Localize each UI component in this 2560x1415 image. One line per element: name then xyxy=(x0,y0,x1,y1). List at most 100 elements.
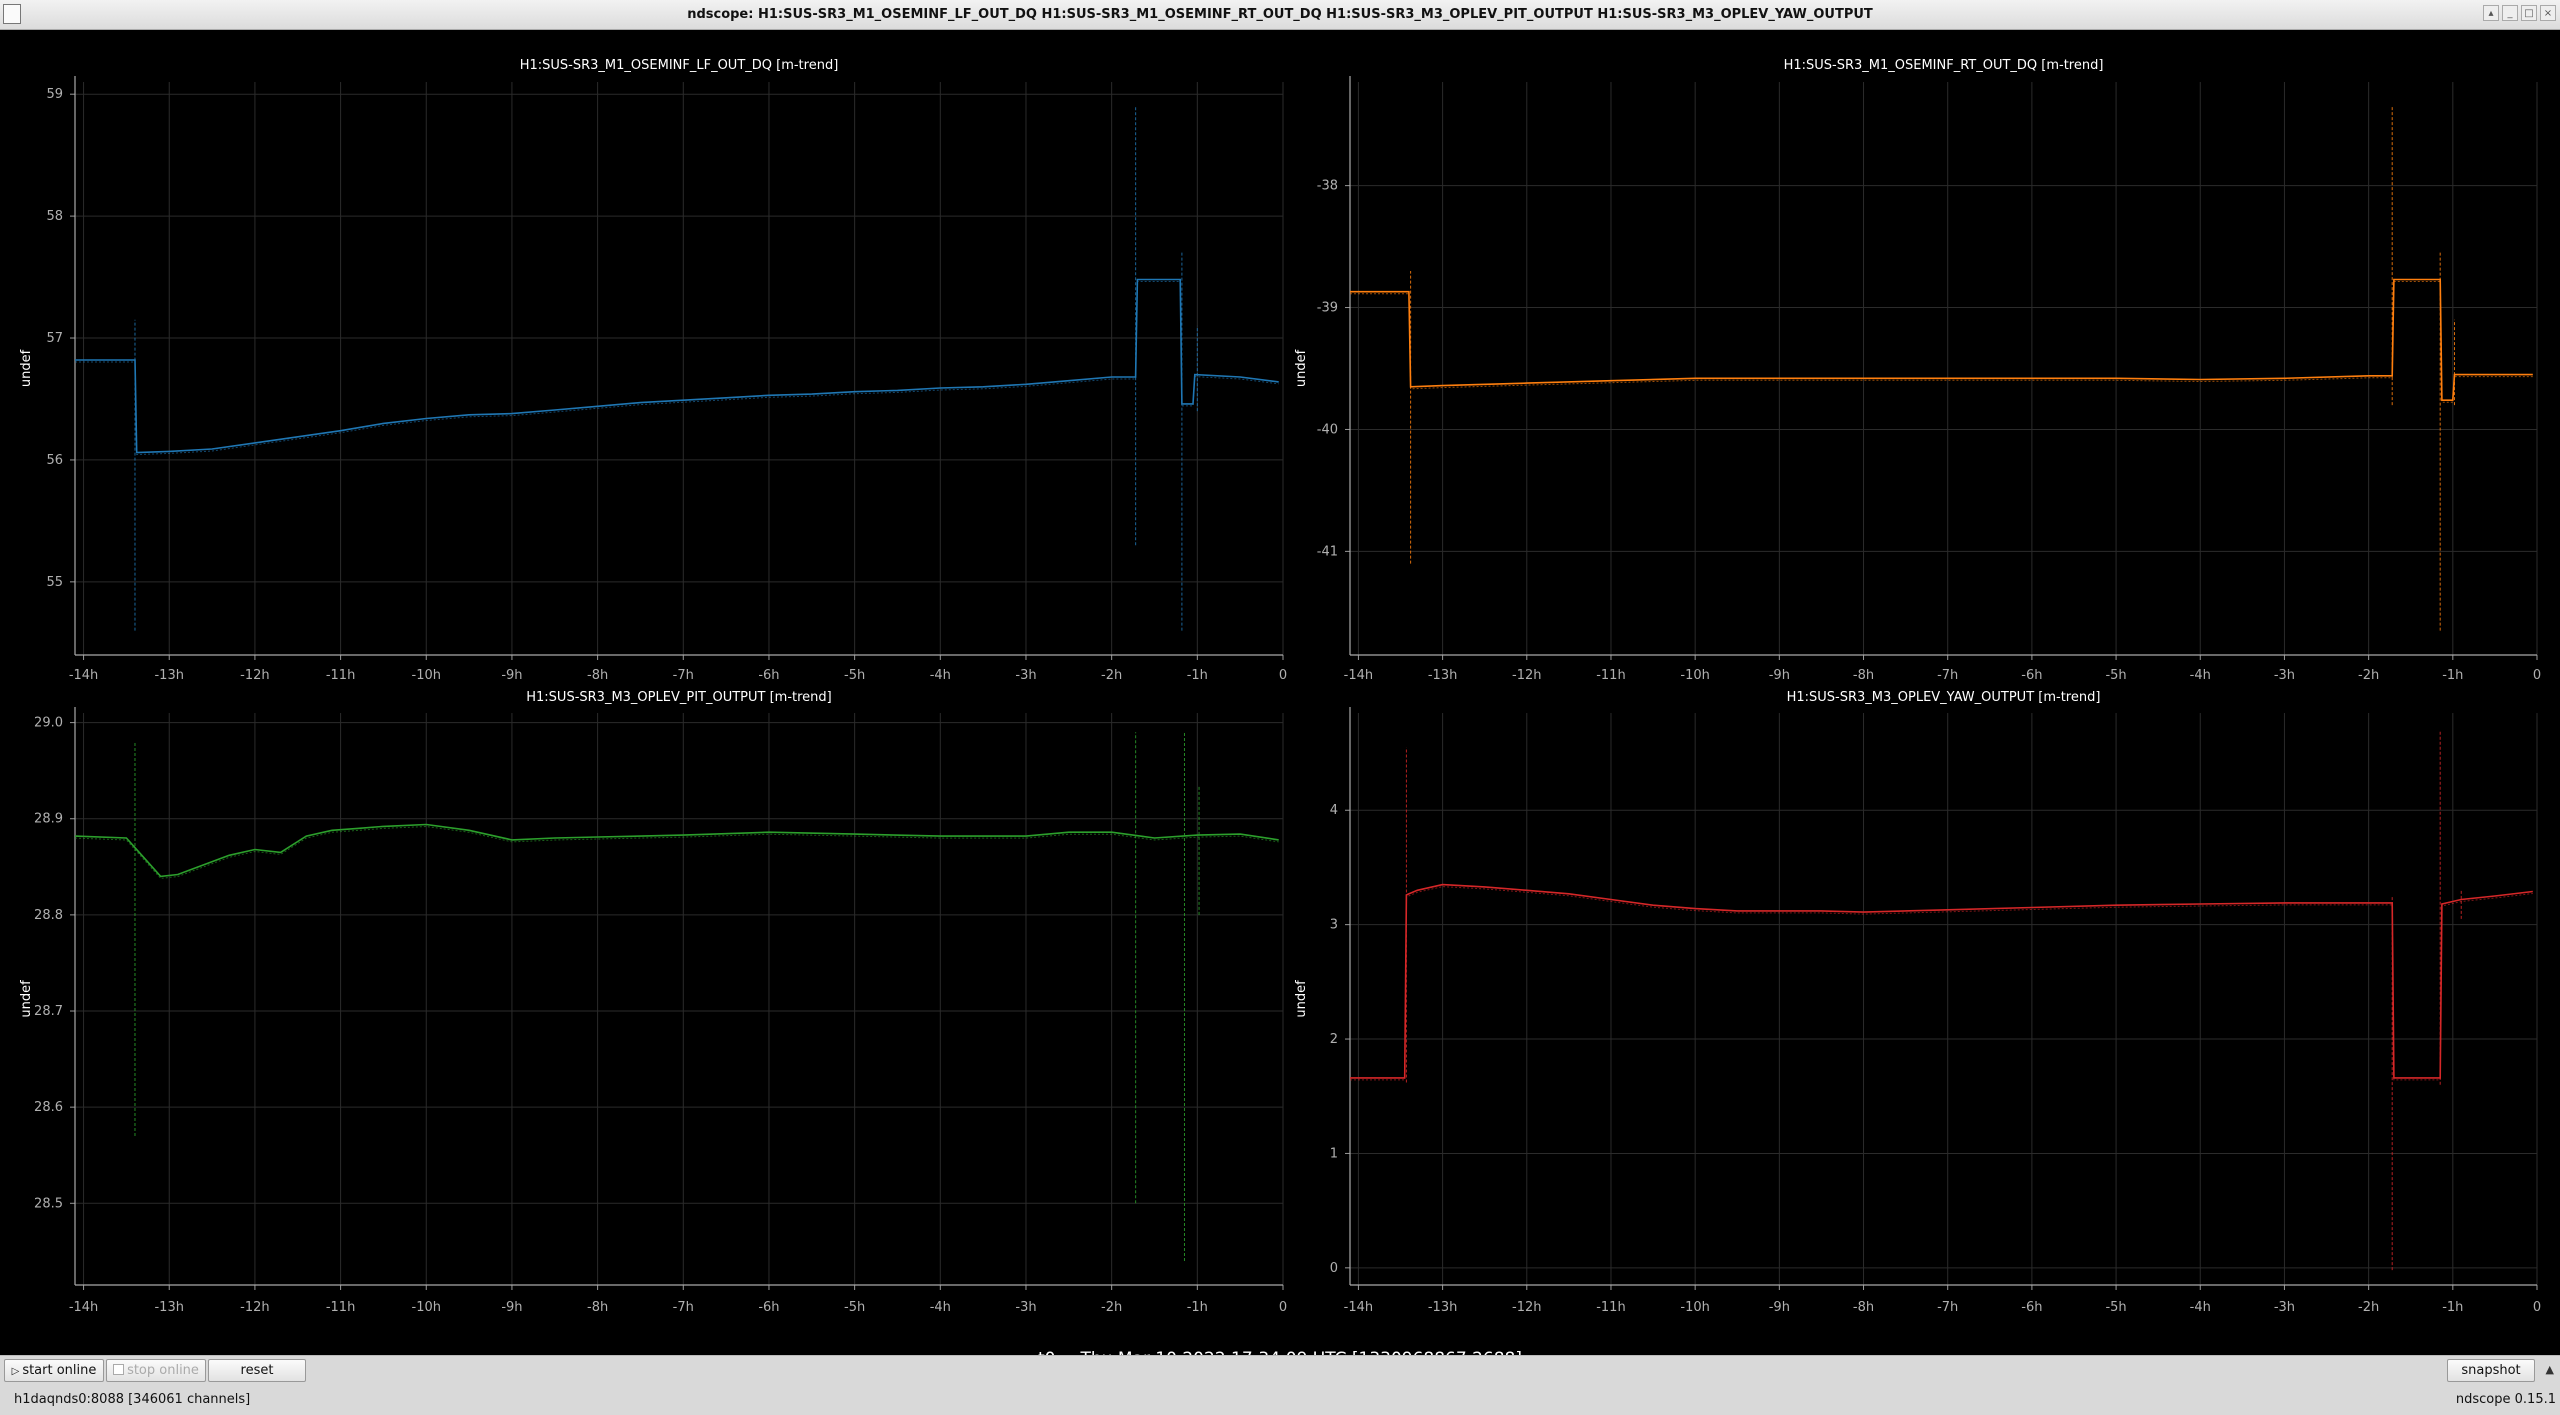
plot-panel-1[interactable]: H1:SUS-SR3_M1_OSEMINF_LF_OUT_DQ [m-trend… xyxy=(19,58,1287,683)
snapshot-button[interactable]: snapshot xyxy=(2447,1359,2535,1382)
x-tick-label: -13h xyxy=(154,1300,183,1315)
x-tick-label: -4h xyxy=(2190,668,2211,683)
plot-panel-4[interactable]: H1:SUS-SR3_M3_OPLEV_YAW_OUTPUT [m-trend]… xyxy=(1294,690,2541,1315)
x-tick-label: -2h xyxy=(2358,668,2379,683)
y-tick-label: 29.0 xyxy=(34,716,63,731)
y-tick-label: 28.8 xyxy=(34,908,63,923)
x-tick-label: 0 xyxy=(2533,1300,2541,1315)
x-tick-label: -8h xyxy=(587,668,608,683)
y-tick-label: 28.5 xyxy=(34,1196,63,1211)
x-tick-label: -14h xyxy=(69,1300,98,1315)
y-tick-label: 3 xyxy=(1330,918,1338,933)
x-tick-label: -6h xyxy=(2021,1300,2042,1315)
trend-envelope-line xyxy=(1350,281,2533,403)
x-tick-label: -7h xyxy=(1937,668,1958,683)
x-tick-label: -10h xyxy=(412,1300,441,1315)
trend-series-line[interactable] xyxy=(1350,278,2533,402)
y-tick-label: 4 xyxy=(1330,803,1338,818)
x-tick-label: -8h xyxy=(1853,1300,1874,1315)
x-tick-label: -5h xyxy=(844,1300,865,1315)
y-tick-label: -40 xyxy=(1317,422,1338,437)
x-tick-label: -14h xyxy=(1344,668,1373,683)
maximize-icon[interactable]: □ xyxy=(2521,5,2537,21)
plot-title: H1:SUS-SR3_M3_OPLEV_YAW_OUTPUT [m-trend] xyxy=(1787,690,2101,705)
x-tick-label: -11h xyxy=(326,668,355,683)
trend-envelope-line xyxy=(75,281,1279,456)
x-tick-label: -6h xyxy=(2021,668,2042,683)
x-tick-label: -3h xyxy=(2274,668,2295,683)
x-tick-label: -3h xyxy=(2274,1300,2295,1315)
y-tick-label: 55 xyxy=(46,575,63,590)
x-tick-label: -8h xyxy=(1853,668,1874,683)
x-tick-label: -11h xyxy=(326,1300,355,1315)
x-tick-label: -1h xyxy=(2442,1300,2463,1315)
snapshot-menu-arrow-icon[interactable]: ▲ xyxy=(2546,1363,2554,1376)
title-bar: ndscope: H1:SUS-SR3_M1_OSEMINF_LF_OUT_DQ… xyxy=(0,0,2560,30)
x-tick-label: 0 xyxy=(1279,1300,1287,1315)
y-tick-label: 0 xyxy=(1330,1261,1338,1276)
reset-button[interactable]: reset xyxy=(208,1359,306,1382)
x-tick-label: -7h xyxy=(673,668,694,683)
x-tick-label: -2h xyxy=(1101,1300,1122,1315)
stop-icon xyxy=(113,1364,125,1375)
start-online-button[interactable]: ▷ start online xyxy=(4,1359,104,1382)
server-status: h1daqnds0:8088 [346061 channels] xyxy=(14,1392,251,1407)
x-tick-label: -9h xyxy=(1769,1300,1790,1315)
plots-canvas[interactable]: H1:SUS-SR3_M1_OSEMINF_LF_OUT_DQ [m-trend… xyxy=(0,30,2560,1355)
x-tick-label: -13h xyxy=(1428,668,1457,683)
plot-area[interactable]: H1:SUS-SR3_M1_OSEMINF_LF_OUT_DQ [m-trend… xyxy=(0,30,2560,1369)
y-tick-label: 28.9 xyxy=(34,812,63,827)
y-axis-label: undef xyxy=(19,349,34,387)
x-tick-label: -4h xyxy=(930,1300,951,1315)
y-tick-label: 58 xyxy=(46,209,63,224)
x-tick-label: -7h xyxy=(1937,1300,1958,1315)
x-tick-label: -12h xyxy=(240,1300,269,1315)
plot-panel-2[interactable]: H1:SUS-SR3_M1_OSEMINF_RT_OUT_DQ [m-trend… xyxy=(1294,58,2541,683)
minimize-icon[interactable]: _ xyxy=(2502,5,2518,21)
y-tick-label: 2 xyxy=(1330,1032,1338,1047)
y-axis-label: undef xyxy=(19,980,34,1018)
x-tick-label: -11h xyxy=(1596,1300,1625,1315)
x-tick-label: -8h xyxy=(587,1300,608,1315)
x-tick-label: -11h xyxy=(1596,668,1625,683)
window-buttons: ▴ _ □ × xyxy=(2483,5,2556,21)
x-tick-label: -13h xyxy=(154,668,183,683)
y-tick-label: 1 xyxy=(1330,1146,1338,1161)
trend-envelope-line xyxy=(1350,886,2533,1081)
trend-series-line[interactable] xyxy=(1350,883,2533,1079)
y-tick-label: -39 xyxy=(1317,301,1338,316)
start-online-label: start online xyxy=(22,1363,97,1378)
y-axis-label: undef xyxy=(1294,349,1309,387)
x-tick-label: -14h xyxy=(1344,1300,1373,1315)
version-label: ndscope 0.15.1 xyxy=(2455,1392,2556,1407)
x-tick-label: -2h xyxy=(2358,1300,2379,1315)
x-tick-label: -10h xyxy=(1680,668,1709,683)
x-tick-label: -13h xyxy=(1428,1300,1457,1315)
play-icon: ▷ xyxy=(11,1366,20,1377)
stop-online-button[interactable]: stop online xyxy=(106,1359,206,1382)
x-tick-label: -9h xyxy=(1769,668,1790,683)
window-title: ndscope: H1:SUS-SR3_M1_OSEMINF_LF_OUT_DQ… xyxy=(687,7,1873,22)
x-tick-label: -1h xyxy=(1187,668,1208,683)
x-tick-label: -6h xyxy=(758,668,779,683)
trend-series-line[interactable] xyxy=(75,278,1279,454)
x-tick-label: -2h xyxy=(1101,668,1122,683)
x-tick-label: -12h xyxy=(1512,668,1541,683)
x-tick-label: -4h xyxy=(930,668,951,683)
y-axis-label: undef xyxy=(1294,980,1309,1018)
x-tick-label: -5h xyxy=(2105,1300,2126,1315)
x-tick-label: -7h xyxy=(673,1300,694,1315)
x-tick-label: -12h xyxy=(1512,1300,1541,1315)
x-tick-label: -6h xyxy=(758,1300,779,1315)
plot-title: H1:SUS-SR3_M1_OSEMINF_RT_OUT_DQ [m-trend… xyxy=(1784,58,2104,73)
close-icon[interactable]: × xyxy=(2540,5,2556,21)
plot-panel-3[interactable]: H1:SUS-SR3_M3_OPLEV_PIT_OUTPUT [m-trend]… xyxy=(19,690,1287,1315)
collapse-icon[interactable]: ▴ xyxy=(2483,5,2499,21)
y-tick-label: 59 xyxy=(46,87,63,102)
plot-title: H1:SUS-SR3_M1_OSEMINF_LF_OUT_DQ [m-trend… xyxy=(520,58,839,73)
trend-series-line[interactable] xyxy=(74,823,1279,878)
reset-label: reset xyxy=(240,1363,274,1378)
y-tick-label: 28.7 xyxy=(34,1004,63,1019)
x-tick-label: -5h xyxy=(2105,668,2126,683)
y-tick-label: 28.6 xyxy=(34,1100,63,1115)
